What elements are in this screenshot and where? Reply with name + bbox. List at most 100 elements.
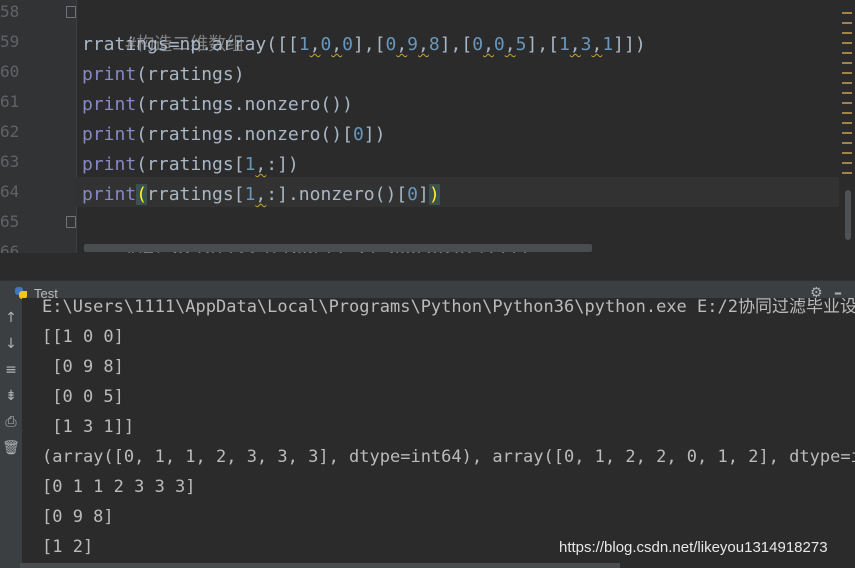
code-number: 1 — [602, 34, 614, 55]
arrow-down-icon[interactable]: ↓ — [0, 333, 22, 355]
code-number: 8 — [428, 34, 440, 55]
code-line-58[interactable]: #构造二维数组 — [82, 0, 244, 55]
code-line-63[interactable]: print(rratings[1,:]) — [82, 150, 299, 180]
code-number: 0 — [352, 124, 364, 145]
code-text: rratings=np.array([[ — [82, 34, 299, 55]
warning-mark-icon[interactable] — [842, 52, 852, 54]
code-comma-warning: , — [483, 34, 494, 55]
warning-mark-icon[interactable] — [842, 72, 852, 74]
run-toolbar: ↑ ↓ ≡ ⇟ ⎙ 🗑 — [0, 305, 22, 568]
line-number-gutter: 58 59 60 61 62 63 64 65 66 — [0, 0, 60, 253]
trash-icon[interactable]: 🗑 — [0, 437, 22, 459]
console-line: [1 2] — [42, 537, 94, 557]
code-number: 0 — [407, 184, 418, 205]
code-number: 0 — [493, 34, 505, 55]
line-number: 60 — [0, 62, 20, 81]
warning-mark-icon[interactable] — [842, 142, 852, 144]
warning-mark-icon[interactable] — [842, 42, 852, 44]
code-comma-warning: , — [255, 184, 267, 205]
warning-mark-icon[interactable] — [842, 12, 852, 14]
code-text: ]]) — [613, 34, 646, 55]
warning-mark-icon[interactable] — [842, 102, 852, 104]
console-line: (array([0, 1, 1, 2, 3, 3, 3], dtype=int6… — [42, 447, 855, 467]
code-text: rratings[ — [147, 184, 245, 205]
code-text: ],[ — [352, 34, 386, 55]
code-comma-warning: , — [309, 34, 321, 55]
code-number: 1 — [244, 184, 256, 205]
console-line: [1 3 1]] — [42, 417, 135, 437]
code-line-60[interactable]: print(rratings) — [82, 60, 245, 90]
code-number: 1 — [244, 154, 256, 175]
code-comma-warning: , — [418, 34, 429, 55]
code-number: 9 — [407, 34, 419, 55]
warning-mark-icon[interactable] — [842, 82, 852, 84]
warning-mark-icon[interactable] — [842, 132, 852, 134]
console-line: [[1 0 0] — [42, 327, 124, 347]
code-keyword: print — [82, 94, 137, 115]
warning-mark-icon[interactable] — [842, 122, 852, 124]
code-text: ]) — [363, 124, 386, 145]
line-number: 59 — [0, 32, 20, 51]
code-text: ] — [418, 184, 429, 205]
console-horizontal-scrollbar[interactable] — [20, 563, 620, 568]
code-number: 0 — [385, 34, 397, 55]
code-comma-warning: , — [331, 34, 343, 55]
warning-mark-icon[interactable] — [842, 92, 852, 94]
watermark: https://blog.csdn.net/likeyou1314918273 — [559, 539, 828, 556]
code-text: (rratings[ — [136, 154, 245, 175]
scroll-to-end-icon[interactable]: ⇟ — [0, 385, 22, 407]
matched-brace: ) — [428, 184, 440, 205]
run-console[interactable]: E:\Users\1111\AppData\Local\Programs\Pyt… — [22, 298, 855, 568]
code-text: (rratings.nonzero()[ — [136, 124, 353, 145]
line-number: 62 — [0, 122, 20, 141]
line-number: 61 — [0, 92, 20, 111]
code-text: ],[ — [439, 34, 473, 55]
warning-mark-icon[interactable] — [842, 112, 852, 114]
code-line-61[interactable]: print(rratings.nonzero()) — [82, 90, 353, 120]
code-comma-warning: , — [396, 34, 408, 55]
code-comma-warning: , — [569, 34, 581, 55]
code-comma-warning: , — [504, 34, 516, 55]
soft-wrap-icon[interactable]: ≡ — [0, 359, 22, 381]
line-number: 64 — [0, 182, 20, 201]
warning-mark-icon[interactable] — [842, 162, 852, 164]
line-number: 65 — [0, 212, 20, 231]
code-editor[interactable]: 58 59 60 61 62 63 64 65 66 #构造二维数组 rrati… — [0, 0, 855, 253]
code-text: :].nonzero()[ — [266, 184, 408, 205]
warning-mark-icon[interactable] — [842, 32, 852, 34]
fold-icon[interactable] — [66, 6, 76, 18]
warning-mark-icon[interactable] — [842, 22, 852, 24]
arrow-up-icon[interactable]: ↑ — [0, 307, 22, 329]
console-line: [0 0 5] — [42, 387, 124, 407]
console-line: E:\Users\1111\AppData\Local\Programs\Pyt… — [42, 298, 855, 317]
code-number: 1 — [558, 34, 570, 55]
code-number: 3 — [580, 34, 592, 55]
code-number: 0 — [342, 34, 353, 55]
code-number: 5 — [515, 34, 527, 55]
editor-vertical-scrollbar[interactable] — [845, 190, 851, 240]
fold-icon[interactable] — [66, 216, 76, 228]
code-number: 1 — [298, 34, 310, 55]
console-line: [0 9 8] — [42, 357, 124, 377]
line-number: 58 — [0, 2, 20, 21]
code-line-59[interactable]: rratings=np.array([[1,0,0],[0,9,8],[0,0,… — [82, 30, 646, 60]
code-comma-warning: , — [255, 154, 267, 175]
code-keyword: print — [82, 64, 137, 85]
code-line-64[interactable]: print(rratings[1,:].nonzero()[0]) — [82, 180, 440, 210]
code-comma-warning: , — [591, 34, 603, 55]
editor-horizontal-scrollbar[interactable] — [84, 244, 592, 252]
console-line: [0 9 8] — [42, 507, 114, 527]
warning-mark-icon[interactable] — [842, 172, 852, 174]
code-number: 0 — [472, 34, 484, 55]
code-keyword: print — [82, 124, 137, 145]
matched-brace: ( — [136, 184, 148, 205]
line-number: 63 — [0, 152, 20, 171]
code-keyword: print — [82, 154, 137, 175]
code-line-65[interactable]: #报错print(rratings[1,:].nonzero()[1]) — [82, 210, 529, 253]
line-number: 66 — [0, 242, 20, 253]
code-line-62[interactable]: print(rratings.nonzero()[0]) — [82, 120, 385, 150]
print-icon[interactable]: ⎙ — [0, 411, 22, 433]
warning-mark-icon[interactable] — [842, 62, 852, 64]
code-text: (rratings.nonzero()) — [136, 94, 353, 115]
warning-mark-icon[interactable] — [842, 152, 852, 154]
